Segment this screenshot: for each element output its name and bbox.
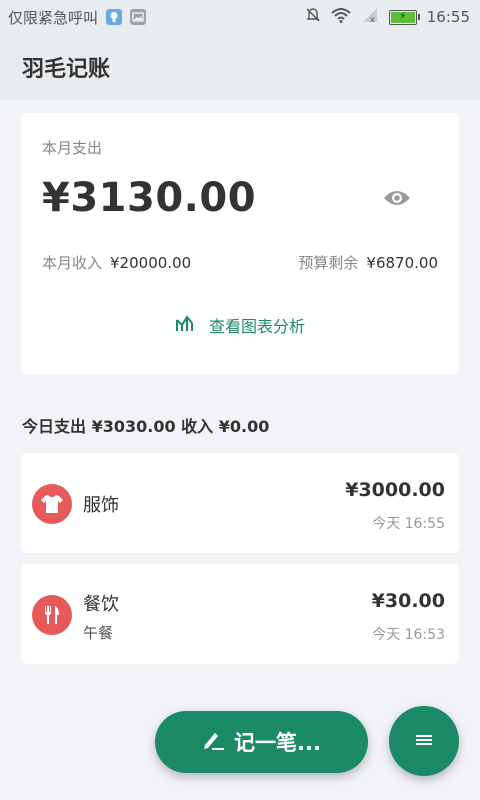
chart-analysis-link[interactable]: 查看图表分析 [21,313,459,337]
budget-left-label: 预算剩余 [298,254,359,272]
chart-link-label: 查看图表分析 [208,317,305,336]
shirt-icon [32,484,72,524]
menu-icon [415,732,433,751]
image-notify-icon [130,9,147,25]
list-item[interactable]: 餐饮 午餐 ¥30.00 今天 16:53 [21,564,459,664]
fork-knife-icon [32,595,72,635]
bulb-notify-icon [106,9,123,25]
status-bar: 仅限紧急呼叫 x ⚡ 16:55 [0,0,480,34]
menu-button[interactable] [389,706,459,776]
entry-category: 服饰 [83,495,119,516]
entry-note: 午餐 [83,624,114,642]
entry-category: 餐饮 [83,594,119,615]
eye-icon[interactable] [383,189,411,211]
entry-amount: ¥3000.00 [345,479,445,501]
budget-left-value: ¥6870.00 [366,254,438,272]
month-income-value: ¥20000.00 [110,254,192,272]
mute-icon [305,7,321,27]
list-item[interactable]: 服饰 ¥3000.00 今天 16:55 [21,453,459,553]
pencil-icon [202,729,226,756]
entry-time: 今天 16:53 [372,627,445,643]
app-title: 羽毛记账 [22,57,111,82]
record-button[interactable]: 记一笔... [155,711,368,773]
app-bar: 羽毛记账 [0,34,480,100]
battery-icon: ⚡ [388,9,420,25]
today-summary: 今日支出 ¥3030.00 收入 ¥0.00 [22,417,270,436]
signal-icon: x [361,7,379,27]
summary-card: 本月支出 ¥3130.00 本月收入 ¥20000.00 预算剩余 ¥6870.00… [21,113,459,374]
month-income: 本月收入 ¥20000.00 [42,252,191,273]
month-income-label: 本月收入 [42,254,103,272]
clock: 16:55 [426,8,470,26]
budget-left: 预算剩余 ¥6870.00 [298,252,438,273]
month-expense-amount: ¥3130.00 [42,175,257,221]
chart-icon [175,314,197,336]
month-expense-label: 本月支出 [42,139,103,157]
svg-text:x: x [370,15,375,23]
entry-time: 今天 16:55 [372,516,445,532]
carrier-text: 仅限紧急呼叫 [8,8,99,27]
entry-amount: ¥30.00 [371,590,445,612]
record-button-label: 记一笔... [234,731,321,755]
wifi-icon [331,7,351,27]
